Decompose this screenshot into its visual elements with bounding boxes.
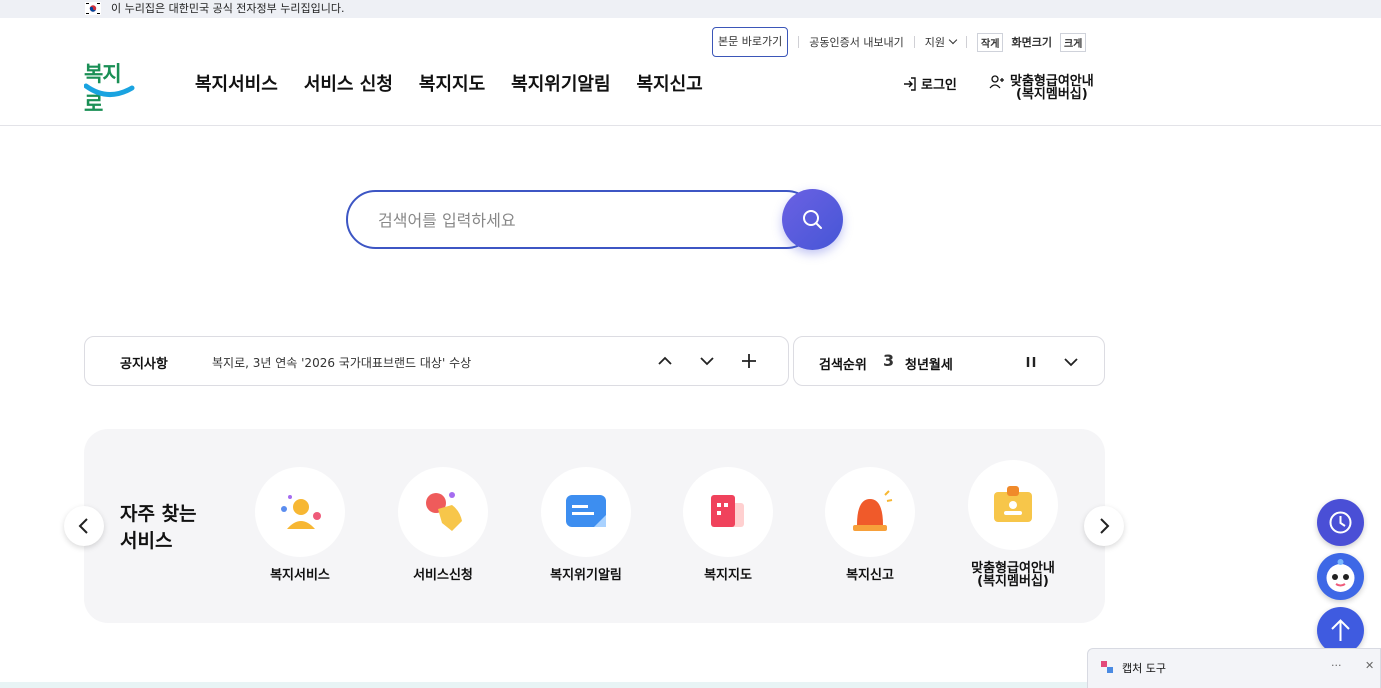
font-large-button[interactable]: 크게 [1059, 32, 1087, 52]
search-button[interactable] [782, 189, 843, 250]
quick-item-label: 맞춤형급여안내 (복지멤버십) [948, 562, 1078, 588]
gov-banner-text: 이 누리집은 대한민국 공식 전자정부 누리집입니다. [111, 2, 345, 15]
capture-tool-title: 캡처 도구 [1122, 662, 1166, 675]
rank-number: 3 [883, 351, 895, 370]
quick-item-label: 서비스신청 [413, 568, 473, 583]
divider [798, 36, 800, 48]
capture-tool-window[interactable]: 캡처 도구 ··· ✕ [1087, 648, 1381, 688]
scroll-top-button[interactable] [1317, 607, 1364, 654]
quick-item-membership[interactable]: 맞춤형급여안내 (복지멤버십) [948, 460, 1078, 588]
chatbot-button[interactable] [1317, 553, 1364, 600]
content-edge [0, 682, 1087, 688]
divider [966, 36, 968, 48]
person-icon [281, 495, 321, 529]
quick-item-label: 복지위기알림 [550, 568, 622, 583]
chevron-down-icon[interactable] [1060, 351, 1082, 373]
building-icon [711, 495, 744, 527]
label-line2: (복지멤버십) [977, 574, 1049, 589]
nav-item-service-apply[interactable]: 서비스 신청 [304, 70, 393, 96]
quick-item-label: 복지지도 [704, 568, 752, 583]
quick-item-icon-wrap [968, 460, 1058, 550]
cert-export-link[interactable]: 공동인증서 내보내기 [809, 34, 904, 50]
logo-smile-icon [84, 83, 135, 97]
quick-item-label: 복지신고 [846, 568, 894, 583]
arrow-up-icon [1331, 619, 1350, 641]
title-line1: 자주 찾는 [120, 503, 197, 525]
notice-label: 공지사항 [120, 357, 168, 372]
notice-bar: 공지사항 복지로, 3년 연속 '2026 국가대표브랜드 대상' 수상 [84, 336, 789, 386]
scissors-icon [1101, 661, 1113, 673]
gov-banner: 이 누리집은 대한민국 공식 전자정부 누리집입니다. [0, 0, 1381, 18]
nav-item-welfare-report[interactable]: 복지신고 [637, 70, 703, 96]
search-icon [803, 210, 822, 229]
login-icon [904, 76, 916, 91]
quick-item-label: 복지서비스 [270, 568, 330, 583]
quick-item-icon-wrap [683, 467, 773, 557]
history-button[interactable] [1317, 499, 1364, 546]
message-icon [566, 495, 606, 527]
membership-button[interactable]: 맞춤형급여안내 (복지멤버십) [989, 75, 1094, 101]
nav-item-crisis-alert[interactable]: 복지위기알림 [511, 70, 610, 96]
quick-item-icon-wrap [255, 467, 345, 557]
search-rank-bar: 검색순위 3 청년월세 [793, 336, 1105, 386]
hand-pointer-icon [426, 492, 462, 531]
siren-icon [853, 490, 893, 531]
close-icon[interactable]: ✕ [1365, 659, 1374, 672]
support-label: 지원 [924, 36, 946, 49]
quick-item-welfare-service[interactable]: 복지서비스 [235, 467, 365, 582]
frequent-services-title: 자주 찾는 서비스 [120, 501, 197, 555]
user-plus-icon [989, 75, 1004, 89]
chevron-right-icon [1100, 518, 1110, 534]
quick-item-service-apply[interactable]: 서비스신청 [378, 467, 508, 582]
quick-item-icon-wrap [825, 467, 915, 557]
history-icon [1329, 511, 1352, 534]
chevron-down-icon [948, 35, 958, 45]
more-options-icon[interactable]: ··· [1331, 659, 1342, 672]
chevron-up-icon[interactable] [654, 350, 676, 372]
search-input[interactable] [378, 206, 758, 234]
font-small-button[interactable]: 작게 [977, 32, 1004, 52]
quick-item-welfare-report[interactable]: 복지신고 [805, 467, 935, 582]
id-card-icon [994, 486, 1032, 522]
skip-to-content-link[interactable]: 본문 바로가기 [712, 27, 789, 57]
plus-icon[interactable] [738, 350, 760, 372]
support-menu[interactable]: 지원 [924, 34, 958, 50]
search-box [346, 189, 843, 250]
chevron-left-icon [78, 518, 88, 534]
quick-item-welfare-map[interactable]: 복지지도 [663, 467, 793, 582]
site-header: 본문 바로가기 공동인증서 내보내기 지원 작게 화면크기 크게 복지로 복지서… [0, 18, 1381, 126]
login-button[interactable]: 로그인 [903, 74, 957, 93]
login-label: 로그인 [921, 78, 957, 93]
nav-item-welfare-service[interactable]: 복지서비스 [195, 70, 278, 96]
chatbot-icon [1326, 559, 1355, 592]
chevron-down-icon[interactable] [696, 350, 718, 372]
pause-icon[interactable] [1020, 351, 1042, 373]
prev-arrow-button[interactable] [64, 506, 104, 546]
quick-item-icon-wrap [541, 467, 631, 557]
font-size-label: 화면크기 [1011, 36, 1052, 49]
rank-keyword[interactable]: 청년월세 [905, 354, 953, 373]
site-logo[interactable]: 복지로 [84, 58, 136, 116]
utility-bar: 본문 바로가기 공동인증서 내보내기 지원 작게 화면크기 크게 [712, 27, 1087, 57]
quick-item-crisis-alert[interactable]: 복지위기알림 [521, 467, 651, 582]
quick-item-icon-wrap [398, 467, 488, 557]
search-field [346, 190, 816, 249]
notice-text[interactable]: 복지로, 3년 연속 '2026 국가대표브랜드 대상' 수상 [212, 354, 471, 371]
frequent-services-panel: 자주 찾는 서비스 복지서비스 서비스신청 복지위기알림 복지지도 복지신고 맞… [84, 429, 1105, 623]
korea-flag-icon [85, 2, 101, 15]
divider [913, 36, 915, 48]
next-arrow-button[interactable] [1084, 506, 1124, 546]
rank-label: 검색순위 [819, 358, 867, 373]
main-nav: 복지서비스 서비스 신청 복지지도 복지위기알림 복지신고 [195, 70, 729, 96]
title-line2: 서비스 [120, 530, 173, 552]
membership-label-line2: (복지멤버십) [1016, 87, 1088, 102]
nav-item-welfare-map[interactable]: 복지지도 [419, 70, 485, 96]
